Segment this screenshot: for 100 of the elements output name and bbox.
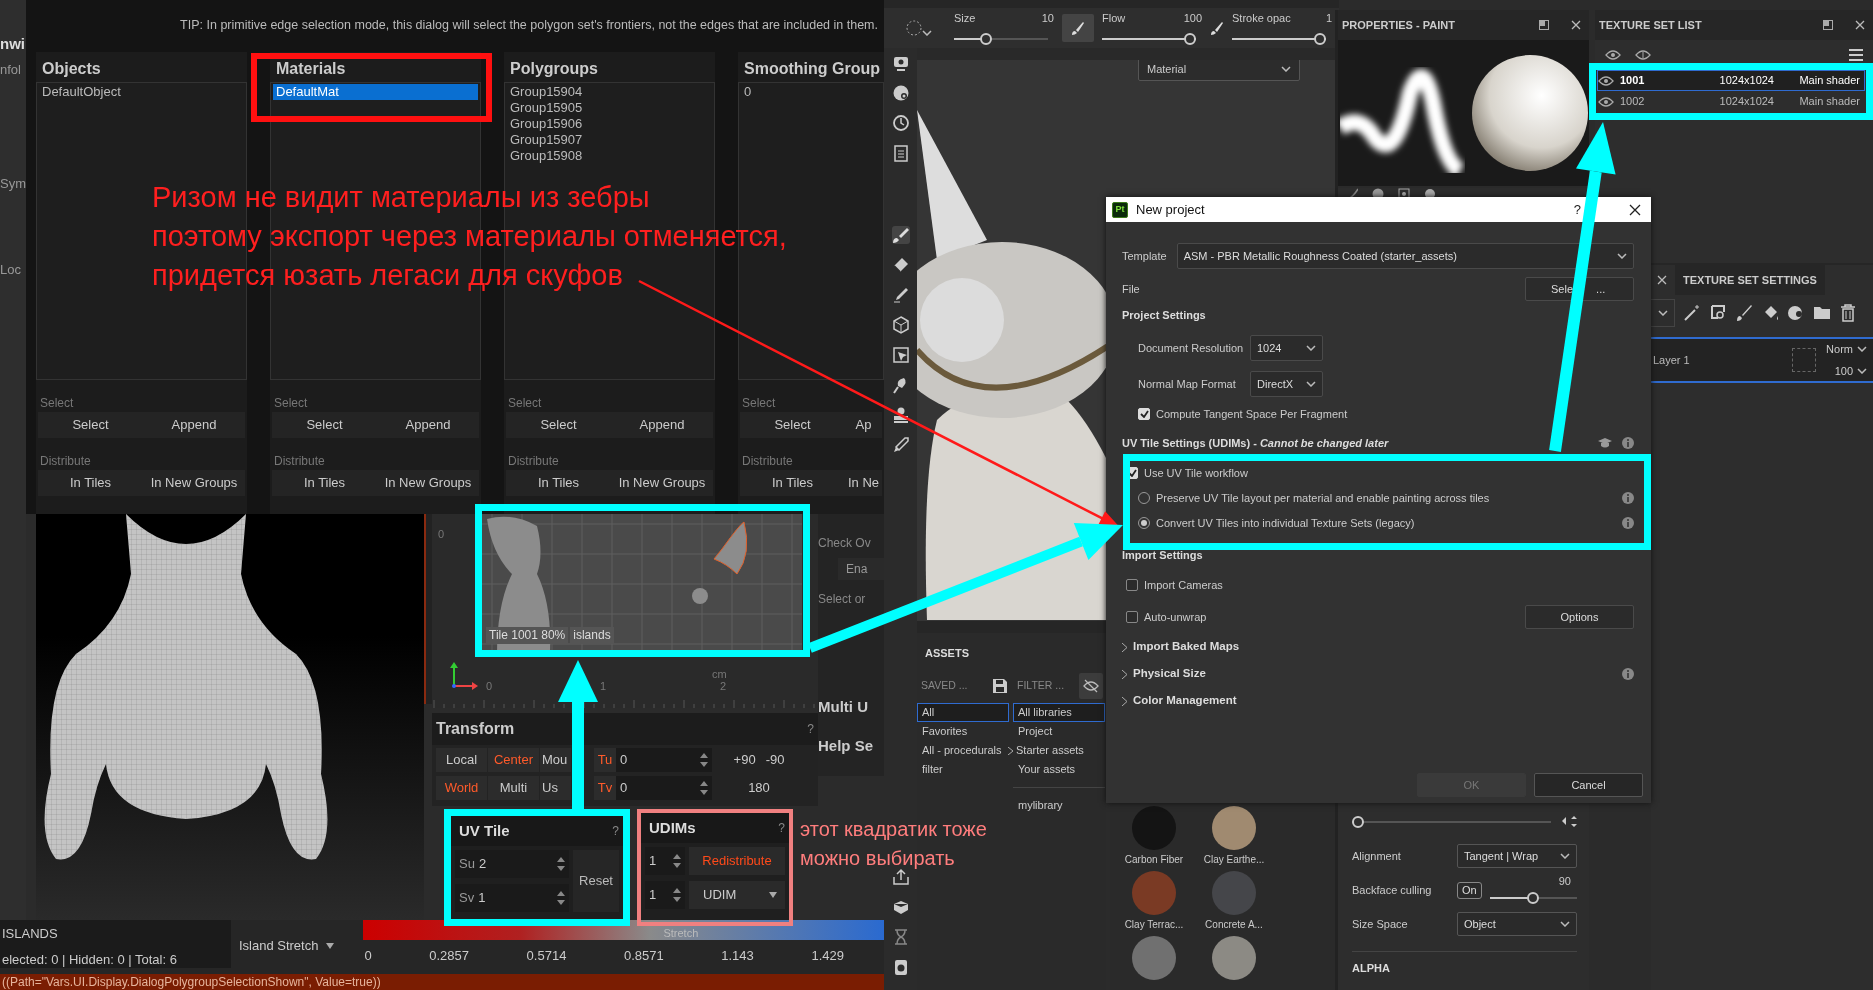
mode-button[interactable]: World: [436, 776, 487, 800]
toggle-button[interactable]: On: [1457, 881, 1482, 899]
library-item[interactable]: mylibrary: [1013, 796, 1105, 815]
collapsible-section[interactable]: Import Baked Maps: [1133, 638, 1240, 656]
collapsible-section[interactable]: Color Management: [1133, 692, 1237, 710]
material-sphere[interactable]: [1212, 936, 1256, 980]
slider-thumb[interactable]: [980, 33, 993, 46]
slider-thumb[interactable]: [1527, 892, 1540, 904]
mode-button[interactable]: Mou: [540, 748, 571, 772]
material-sphere[interactable]: [1212, 806, 1256, 850]
list-item[interactable]: DefaultObject: [39, 84, 244, 100]
distribute-button[interactable]: In New Groups: [143, 470, 245, 496]
eyedropper-icon[interactable]: [891, 436, 910, 454]
distribute-button[interactable]: In Tiles: [506, 470, 611, 496]
material-sphere[interactable]: [1132, 936, 1176, 980]
slider-thumb[interactable]: [1314, 33, 1326, 46]
list-item[interactable]: Group15908: [507, 148, 712, 164]
select-button[interactable]: Append: [611, 412, 713, 438]
help-button[interactable]: ?: [778, 819, 785, 837]
brush-button[interactable]: [1062, 14, 1094, 42]
udim-field[interactable]: 1: [645, 847, 685, 875]
folder-icon[interactable]: [1813, 304, 1831, 322]
layer-row[interactable]: Layer 1 Norm 100: [1651, 337, 1873, 383]
value-field[interactable]: 0: [616, 776, 712, 800]
list-item[interactable]: DefaultMat: [273, 84, 478, 100]
selection-circle-icon[interactable]: [906, 20, 922, 36]
brush-icon[interactable]: [1071, 21, 1085, 35]
help-button[interactable]: ?: [807, 720, 814, 738]
setting-dropdown[interactable]: 1024: [1250, 335, 1323, 361]
distribute-button[interactable]: In Ne: [845, 470, 882, 496]
list-item[interactable]: Group15904: [507, 84, 712, 100]
texture-set-row[interactable]: 1001 1024x1024 Main shader: [1597, 70, 1865, 91]
list-item[interactable]: Group15907: [507, 132, 712, 148]
alignment-dropdown[interactable]: Tangent | Wrap: [1457, 844, 1577, 868]
camera-settings-icon[interactable]: [891, 54, 910, 72]
library-item[interactable]: All libraries: [1013, 703, 1105, 722]
close-icon[interactable]: [1571, 20, 1581, 30]
udim-field[interactable]: 1: [645, 881, 685, 909]
reset-button[interactable]: Reset: [573, 850, 619, 912]
close-icon[interactable]: [1657, 275, 1667, 285]
cut-button[interactable]: Ena: [838, 558, 884, 580]
select-button[interactable]: Select: [38, 412, 143, 438]
select-button[interactable]: Ap: [845, 412, 882, 438]
checkbox[interactable]: [1126, 611, 1138, 623]
texture-set-row[interactable]: 1002 1024x1024 Main shader: [1597, 91, 1865, 112]
select-button[interactable]: Select: [506, 412, 611, 438]
redistribute-button[interactable]: Redistribute: [689, 847, 785, 875]
export-icon[interactable]: [891, 868, 910, 886]
cube-icon[interactable]: [891, 316, 910, 334]
cancel-button[interactable]: Cancel: [1534, 773, 1643, 797]
float-icon[interactable]: [1823, 20, 1833, 30]
swap-icon[interactable]: [1561, 816, 1577, 828]
rotate-button[interactable]: 180: [748, 778, 770, 798]
mask-icon[interactable]: [1787, 304, 1805, 322]
blend-mode-dropdown[interactable]: Norm: [1826, 340, 1867, 357]
udim-dropdown[interactable]: UDIM: [689, 881, 785, 909]
select-button[interactable]: Append: [143, 412, 245, 438]
distribute-button[interactable]: In New Groups: [611, 470, 713, 496]
trash-icon[interactable]: [1839, 304, 1857, 322]
filter-item[interactable]: Favorites: [917, 722, 1009, 741]
distribute-button[interactable]: In Tiles: [38, 470, 143, 496]
channel-dropdown[interactable]: Material: [1138, 60, 1300, 81]
tile-field[interactable]: Su 2: [455, 850, 569, 878]
list-item[interactable]: 0: [741, 84, 881, 100]
globe-icon[interactable]: [891, 84, 910, 102]
rotate-button[interactable]: -90: [765, 750, 785, 770]
checkbox[interactable]: [1126, 579, 1138, 591]
template-dropdown[interactable]: ASM - PBR Metallic Roughness Coated (starter_assets): [1176, 243, 1634, 269]
setting-dropdown[interactable]: DirectX: [1250, 371, 1323, 397]
magic-wand-icon[interactable]: [1683, 304, 1701, 322]
library-item[interactable]: Your assets: [1013, 760, 1105, 779]
rotate-button[interactable]: +90: [733, 750, 756, 770]
tile-field[interactable]: Sv 1: [455, 884, 569, 912]
pen-icon[interactable]: [891, 286, 910, 304]
list-item[interactable]: Group15906: [507, 116, 712, 132]
help-button[interactable]: ?: [1573, 199, 1581, 220]
select-button[interactable]: Select: [272, 412, 377, 438]
visibility-toggle[interactable]: [1079, 673, 1103, 699]
selection-icon[interactable]: [891, 346, 910, 364]
help-button[interactable]: ?: [612, 822, 619, 840]
opacity-dropdown[interactable]: 100: [1834, 363, 1867, 380]
menu-icon[interactable]: [1849, 49, 1863, 61]
mode-button[interactable]: Us: [540, 776, 571, 800]
float-icon[interactable]: [1539, 20, 1549, 30]
slider-thumb[interactable]: [1184, 33, 1196, 46]
visibility-icon[interactable]: [1598, 75, 1614, 86]
display-dropdown[interactable]: Island Stretch: [234, 934, 345, 958]
size-space-dropdown[interactable]: Object: [1457, 912, 1577, 936]
close-icon[interactable]: [1855, 20, 1865, 30]
brush-icon[interactable]: [1210, 21, 1224, 35]
clipboard-icon[interactable]: [891, 144, 910, 162]
value-field[interactable]: 0: [616, 748, 712, 772]
distribute-button[interactable]: In New Groups: [377, 470, 479, 496]
list-item[interactable]: Group15905: [507, 100, 712, 116]
filter-item[interactable]: filter: [917, 760, 1009, 779]
mode-button[interactable]: Center: [488, 748, 539, 772]
distribute-button[interactable]: In Tiles: [272, 470, 377, 496]
save-icon[interactable]: [993, 679, 1007, 693]
slider-thumb[interactable]: [1352, 816, 1364, 828]
solo-eye-icon[interactable]: [1635, 50, 1651, 60]
